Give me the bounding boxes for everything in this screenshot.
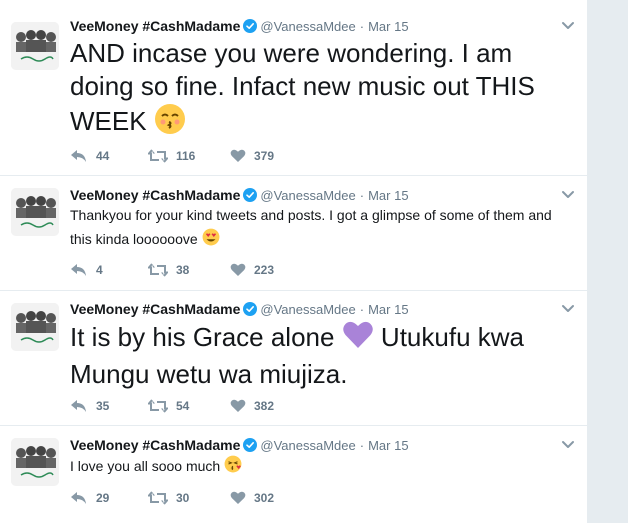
retweet-icon <box>148 263 168 277</box>
retweet-count: 54 <box>176 399 190 413</box>
separator-dot: · <box>359 301 365 317</box>
timestamp[interactable]: Mar 15 <box>368 19 408 34</box>
like-button[interactable]: 223 <box>230 263 310 277</box>
tweet-header: VeeMoney #CashMadame @VanessaMdee · Mar … <box>70 16 409 36</box>
page-background-sidebar <box>587 0 628 523</box>
like-count: 302 <box>254 491 275 505</box>
retweet-count: 116 <box>176 149 196 163</box>
heart-icon <box>230 399 246 413</box>
heart-icon <box>230 149 246 163</box>
like-button[interactable]: 379 <box>230 149 310 163</box>
author-handle[interactable]: @VanessaMdee <box>260 438 355 453</box>
reply-count: 44 <box>96 149 110 163</box>
heart-icon <box>230 263 246 277</box>
retweet-button[interactable]: 116 <box>148 149 230 163</box>
tweet-4[interactable]: VeeMoney #CashMadame @VanessaMdee · Mar … <box>0 426 587 523</box>
reply-icon <box>70 491 88 505</box>
retweet-button[interactable]: 30 <box>148 491 230 505</box>
verified-badge-icon <box>243 302 258 316</box>
retweet-count: 38 <box>176 263 190 277</box>
separator-dot: · <box>359 187 365 203</box>
tweet-header: VeeMoney #CashMadame @VanessaMdee · Mar … <box>70 435 409 455</box>
reply-button[interactable]: 35 <box>70 399 148 413</box>
tweet-header: VeeMoney #CashMadame @VanessaMdee · Mar … <box>70 185 409 205</box>
reply-icon <box>70 399 88 413</box>
tweet-text: I love you all sooo much <box>70 454 570 480</box>
tweet-text: Thankyou for your kind tweets and posts.… <box>70 203 570 253</box>
tweet-actions: 29 30 302 <box>70 490 310 506</box>
chevron-down-icon[interactable] <box>561 437 575 451</box>
reply-button[interactable]: 4 <box>70 263 148 277</box>
tweet-actions: 44 116 379 <box>70 148 310 164</box>
reply-count: 35 <box>96 399 110 413</box>
reply-count: 29 <box>96 491 110 505</box>
retweet-button[interactable]: 54 <box>148 399 230 413</box>
kissing-face-emoji-icon <box>154 103 186 143</box>
author-name[interactable]: VeeMoney #CashMadame <box>70 18 240 34</box>
tweet-3[interactable]: VeeMoney #CashMadame @VanessaMdee · Mar … <box>0 291 587 426</box>
reply-button[interactable]: 29 <box>70 491 148 505</box>
author-name[interactable]: VeeMoney #CashMadame <box>70 437 240 453</box>
heart-eyes-emoji-icon <box>202 228 220 253</box>
tweet-1[interactable]: VeeMoney #CashMadame @VanessaMdee · Mar … <box>0 0 587 176</box>
timeline-feed: VeeMoney #CashMadame @VanessaMdee · Mar … <box>0 0 587 523</box>
tweet-text-content-1: It is by his Grace alone <box>70 321 335 352</box>
retweet-icon <box>148 149 168 163</box>
like-count: 382 <box>254 399 275 413</box>
tweet-actions: 4 38 223 <box>70 262 310 278</box>
reply-count: 4 <box>96 263 103 277</box>
verified-badge-icon <box>243 19 258 33</box>
retweet-count: 30 <box>176 491 190 505</box>
tweet-actions: 35 54 382 <box>70 398 310 414</box>
avatar[interactable] <box>11 188 59 236</box>
tweet-text-content: AND incase you were wondering. I am doin… <box>70 38 535 136</box>
reply-button[interactable]: 44 <box>70 149 148 163</box>
chevron-down-icon[interactable] <box>561 187 575 201</box>
like-button[interactable]: 382 <box>230 399 310 413</box>
avatar[interactable] <box>11 22 59 70</box>
tweet-text: AND incase you were wondering. I am doin… <box>70 37 575 143</box>
author-handle[interactable]: @VanessaMdee <box>260 188 355 203</box>
tweet-header: VeeMoney #CashMadame @VanessaMdee · Mar … <box>70 299 409 319</box>
timestamp[interactable]: Mar 15 <box>368 302 408 317</box>
tweet-2[interactable]: VeeMoney #CashMadame @VanessaMdee · Mar … <box>0 176 587 291</box>
tweet-text-content: Thankyou for your kind tweets and posts.… <box>70 207 552 247</box>
purple-heart-emoji-icon <box>342 320 374 358</box>
avatar[interactable] <box>11 303 59 351</box>
reply-icon <box>70 149 88 163</box>
verified-badge-icon <box>243 438 258 452</box>
verified-badge-icon <box>243 188 258 202</box>
like-count: 379 <box>254 149 275 163</box>
tweet-text: It is by his Grace alone Utukufu kwa Mun… <box>70 320 560 391</box>
author-name[interactable]: VeeMoney #CashMadame <box>70 301 240 317</box>
separator-dot: · <box>359 18 365 34</box>
chevron-down-icon[interactable] <box>561 301 575 315</box>
author-handle[interactable]: @VanessaMdee <box>260 302 355 317</box>
reply-icon <box>70 263 88 277</box>
like-count: 223 <box>254 263 275 277</box>
retweet-icon <box>148 491 168 505</box>
like-button[interactable]: 302 <box>230 491 310 505</box>
chevron-down-icon[interactable] <box>561 18 575 32</box>
blowing-kiss-emoji-icon <box>224 455 242 480</box>
heart-icon <box>230 491 246 505</box>
retweet-icon <box>148 399 168 413</box>
avatar[interactable] <box>11 438 59 486</box>
timestamp[interactable]: Mar 15 <box>368 188 408 203</box>
separator-dot: · <box>359 437 365 453</box>
tweet-text-content: I love you all sooo much <box>70 458 221 474</box>
timestamp[interactable]: Mar 15 <box>368 438 408 453</box>
retweet-button[interactable]: 38 <box>148 263 230 277</box>
author-handle[interactable]: @VanessaMdee <box>260 19 355 34</box>
author-name[interactable]: VeeMoney #CashMadame <box>70 187 240 203</box>
